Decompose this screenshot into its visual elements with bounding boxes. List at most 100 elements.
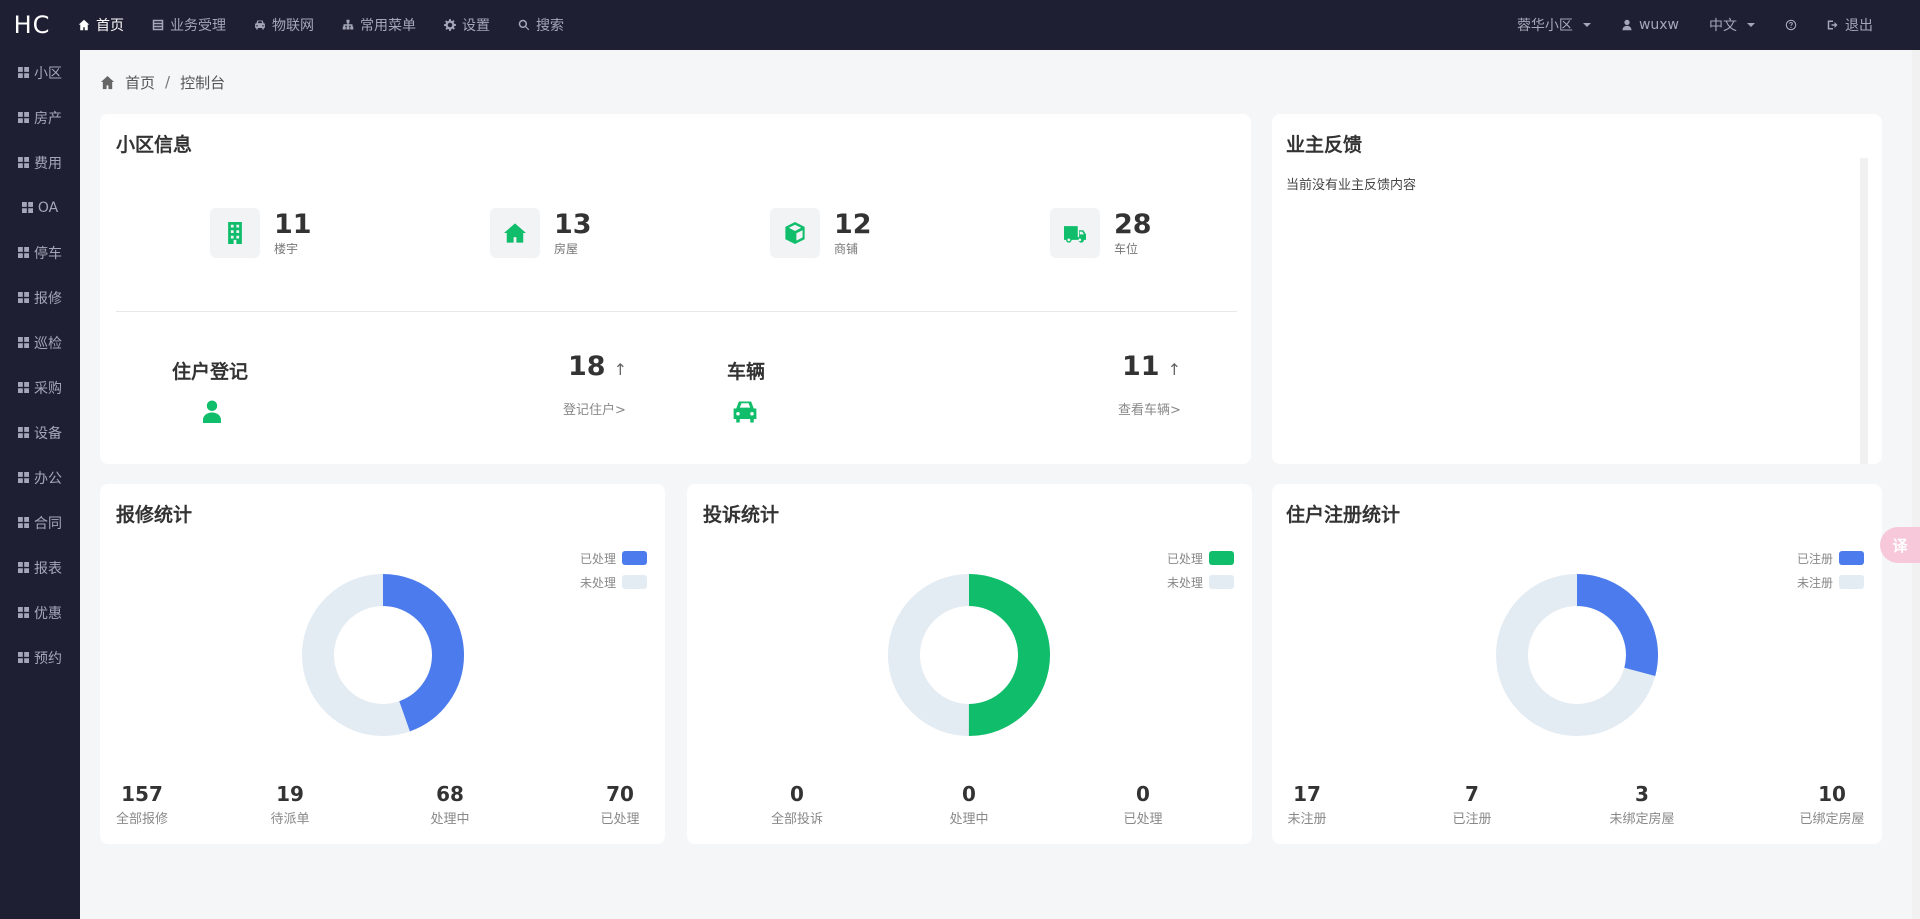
legend-swatch xyxy=(622,551,647,565)
sidebar-item[interactable]: 费用 xyxy=(0,140,80,185)
sidebar-item-label: 停车 xyxy=(34,245,62,262)
stat-value: 11 xyxy=(274,208,312,240)
sidebar-item-label: 小区 xyxy=(34,65,62,82)
register-resident-link[interactable]: 登记住户> xyxy=(563,399,626,418)
grid-icon xyxy=(18,607,29,618)
repair-stats-title: 报修统计 xyxy=(116,504,193,526)
gear-icon xyxy=(444,19,456,31)
legend-item[interactable]: 已处理 xyxy=(580,546,647,570)
stat-value: 0 xyxy=(790,782,804,806)
owner-feedback-title: 业主反馈 xyxy=(1286,134,1363,156)
sidebar-item[interactable]: 优惠 xyxy=(0,590,80,635)
nav-common-menu-label: 常用菜单 xyxy=(360,18,416,34)
stat-label: 楼宇 xyxy=(274,241,299,256)
sidebar-item-label: 费用 xyxy=(34,155,62,172)
legend-item[interactable]: 未处理 xyxy=(1167,570,1234,594)
cube-icon xyxy=(785,222,805,244)
grid-icon xyxy=(18,112,29,123)
view-vehicles-link[interactable]: 查看车辆> xyxy=(1118,399,1181,418)
brand-logo[interactable]: HC xyxy=(0,11,64,39)
stat-label: 处理中 xyxy=(949,812,989,827)
sidebar-item[interactable]: 房产 xyxy=(0,95,80,140)
sidebar-item-label: 优惠 xyxy=(34,605,62,622)
repair-stats-card: 报修统计 已处理 未处理 157 全部报修 19 待派单 68 处理中 70 已… xyxy=(100,484,665,844)
registration-stats-title: 住户注册统计 xyxy=(1286,504,1401,526)
sidebar-item[interactable]: 合同 xyxy=(0,500,80,545)
translate-float-button[interactable]: 译 xyxy=(1880,527,1920,563)
sidebar-item-label: 设备 xyxy=(34,425,62,442)
complaint-stats-card: 投诉统计 已处理 未处理 0 全部投诉 0 处理中 0 已处理 xyxy=(687,484,1252,844)
grid-icon xyxy=(18,157,29,168)
language-label: 中文 xyxy=(1709,18,1737,34)
complaint-stats-title: 投诉统计 xyxy=(703,504,780,526)
sitemap-icon xyxy=(342,19,354,30)
stat-label: 房屋 xyxy=(554,241,579,256)
vehicle-count: 11 ↑ xyxy=(1122,351,1181,382)
sidebar-item-label: 办公 xyxy=(34,470,62,487)
nav-search[interactable]: 搜索 xyxy=(504,0,578,50)
legend-swatch xyxy=(1839,575,1864,589)
chevron-down-icon xyxy=(1582,23,1591,27)
nav-settings[interactable]: 设置 xyxy=(430,0,504,50)
legend-item[interactable]: 未处理 xyxy=(580,570,647,594)
complaint-donut-chart xyxy=(888,574,1050,736)
sidebar-item[interactable]: 采购 xyxy=(0,365,80,410)
stat-label: 未注册 xyxy=(1287,812,1327,827)
feedback-scrollbar[interactable] xyxy=(1860,158,1868,464)
grid-icon xyxy=(18,427,29,438)
nav-search-label: 搜索 xyxy=(536,18,564,34)
grid-icon xyxy=(18,517,29,528)
repair-stat-all: 157 全部报修 xyxy=(100,782,184,827)
registration-stat-bound: 10 已绑定房屋 xyxy=(1792,782,1872,827)
legend-item[interactable]: 已处理 xyxy=(1167,546,1234,570)
sidebar-item-label: 采购 xyxy=(34,380,62,397)
stat-icon-box xyxy=(210,208,260,258)
resident-icon-wrap xyxy=(200,398,224,428)
nav-common-menu[interactable]: 常用菜单 xyxy=(328,0,430,50)
user-name: wuxw xyxy=(1638,17,1679,33)
top-nav: 首页 业务受理 物联网 常用菜单 设置 搜索 xyxy=(64,0,578,50)
stat-value: 68 xyxy=(436,782,464,806)
sidebar-item-label: 报表 xyxy=(34,560,62,577)
sidebar-item-label: 房产 xyxy=(34,110,62,127)
user-icon xyxy=(203,400,221,423)
sidebar-item[interactable]: 停车 xyxy=(0,230,80,275)
car-icon xyxy=(255,20,265,30)
help-button[interactable] xyxy=(1770,0,1812,50)
language-dropdown[interactable]: 中文 xyxy=(1694,0,1770,50)
house-icon xyxy=(504,223,526,243)
sidebar-item[interactable]: 预约 xyxy=(0,635,80,680)
legend-item[interactable]: 已注册 xyxy=(1797,546,1864,570)
page-scrollbar[interactable] xyxy=(1912,50,1920,919)
community-dropdown[interactable]: 蓉华小区 xyxy=(1502,0,1606,50)
sidebar-item[interactable]: 小区 xyxy=(0,50,80,95)
repair-stat-pending: 19 待派单 xyxy=(250,782,330,827)
sidebar-item[interactable]: 报表 xyxy=(0,545,80,590)
breadcrumb-separator: / xyxy=(165,73,171,91)
sidebar-item[interactable]: 办公 xyxy=(0,455,80,500)
user-menu[interactable]: wuxw xyxy=(1606,0,1694,50)
stat-label: 已处理 xyxy=(1123,812,1163,827)
stat-label: 已绑定房屋 xyxy=(1799,812,1865,827)
nav-iot[interactable]: 物联网 xyxy=(240,0,328,50)
stat-icon-box xyxy=(770,208,820,258)
grid-icon xyxy=(18,472,29,483)
stat-label: 已处理 xyxy=(600,812,640,827)
legend-swatch xyxy=(622,575,647,589)
sidebar-item[interactable]: OA xyxy=(0,185,80,230)
sidebar-item[interactable]: 报修 xyxy=(0,275,80,320)
registration-donut-chart xyxy=(1496,574,1658,736)
sidebar-item[interactable]: 设备 xyxy=(0,410,80,455)
nav-home[interactable]: 首页 xyxy=(64,0,138,50)
user-icon xyxy=(1622,19,1632,31)
sidebar-item[interactable]: 巡检 xyxy=(0,320,80,365)
logout-button[interactable]: 退出 xyxy=(1812,0,1888,50)
owner-feedback-card: 业主反馈 当前没有业主反馈内容 xyxy=(1272,114,1882,464)
breadcrumb-home[interactable]: 首页 xyxy=(125,72,155,93)
repair-donut-chart xyxy=(302,574,464,736)
registration-stats-card: 住户注册统计 已注册 未注册 17 未注册 7 已注册 3 未绑定房屋 10 已… xyxy=(1272,484,1882,844)
community-info-title: 小区信息 xyxy=(116,134,193,156)
legend-item[interactable]: 未注册 xyxy=(1797,570,1864,594)
nav-business[interactable]: 业务受理 xyxy=(138,0,240,50)
community-info-card: 小区信息 11 楼宇 13 房屋 12 商铺 28 车位 住户登记 18 ↑ 登… xyxy=(100,114,1251,464)
